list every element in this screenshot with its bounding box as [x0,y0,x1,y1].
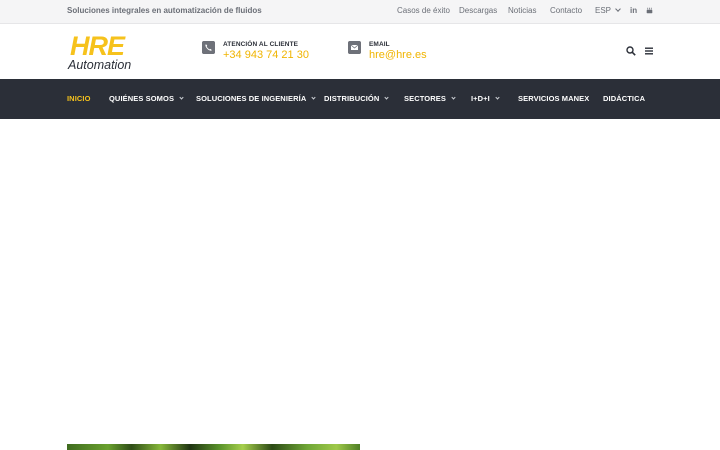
chevron-down-icon [615,6,621,12]
nav-item-label: DISTRIBUCIÓN [324,94,380,103]
language-selector[interactable]: ESP [595,6,621,15]
nav-item-didactica[interactable]: DIDÁCTICA [603,94,645,103]
contact-phone-number[interactable]: +34 943 74 21 30 [223,49,309,61]
nav-item-label: INICIO [67,94,91,103]
top-link-noticias[interactable]: Noticias [508,6,536,15]
menu-icon[interactable] [645,47,653,55]
nav-item-idi[interactable]: I+D+I [471,94,500,103]
youtube-icon[interactable] [646,7,653,14]
phone-icon [202,41,215,54]
logo-brand: HRE [70,31,125,61]
linkedin-icon[interactable]: in [630,6,637,15]
language-label: ESP [595,6,612,15]
chevron-down-icon [495,95,500,100]
nav-item-sectores[interactable]: SECTORES [404,94,456,103]
nav-item-label: I+D+I [471,94,490,103]
site-tagline: Soluciones integrales en automatización … [67,6,262,15]
nav-item-soluciones[interactable]: SOLUCIONES DE INGENIERÍA [196,94,316,103]
envelope-icon [348,41,361,54]
nav-item-label: SOLUCIONES DE INGENIERÍA [196,94,307,103]
nav-item-label: SERVICIOS MANEX [518,94,590,103]
top-link-contacto[interactable]: Contacto [550,6,582,15]
nav-item-servicios-manex[interactable]: SERVICIOS MANEX [518,94,589,103]
chevron-down-icon [311,95,316,100]
chevron-down-icon [451,95,456,100]
top-link-descargas[interactable]: Descargas [459,6,497,15]
nav-item-label: QUIÉNES SOMOS [109,94,175,103]
top-bar: Soluciones integrales en automatización … [0,0,720,24]
chevron-down-icon [384,95,389,100]
chevron-down-icon [179,95,184,100]
contact-phone-label: ATENCIÓN AL CLIENTE [223,41,299,48]
nav-item-inicio[interactable]: INICIO [67,94,91,103]
nav-item-label: DIDÁCTICA [603,94,646,103]
featured-image[interactable] [67,444,360,450]
top-link-casos[interactable]: Casos de éxito [397,6,450,15]
main-nav: INICIO QUIÉNES SOMOS SOLUCIONES DE INGEN… [0,79,720,119]
logo-subtitle: Automation [68,58,132,72]
nav-item-label: SECTORES [404,94,446,103]
contact-email-address[interactable]: hre@hre.es [369,49,427,61]
nav-item-quienes-somos[interactable]: QUIÉNES SOMOS [109,94,184,103]
site-logo[interactable]: HRE Automation [67,32,153,72]
contact-email-label: EMAIL [369,41,390,48]
site-header: HRE Automation ATENCIÓN AL CLIENTE +34 9… [0,24,720,79]
hero-area [0,119,720,444]
search-icon[interactable] [626,46,636,56]
nav-item-distribucion[interactable]: DISTRIBUCIÓN [324,94,389,103]
